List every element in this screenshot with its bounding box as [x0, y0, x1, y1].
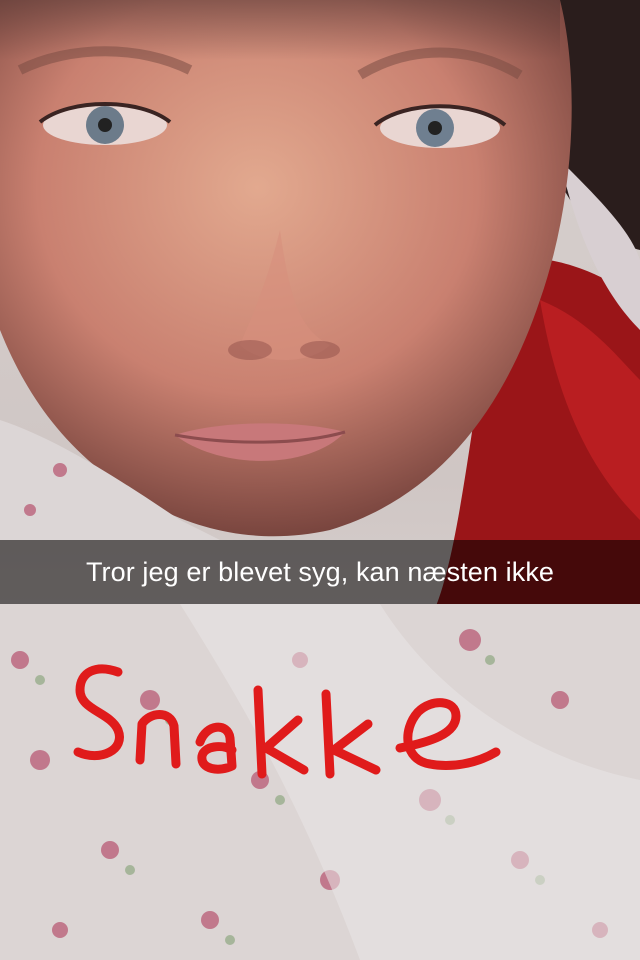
caption-bar: Tror jeg er blevet syg, kan næsten ikke: [0, 540, 640, 604]
snap-viewer[interactable]: Tror jeg er blevet syg, kan næsten ikke: [0, 0, 640, 960]
caption-text: Tror jeg er blevet syg, kan næsten ikke: [85, 556, 555, 587]
selfie-photo: [0, 0, 640, 960]
